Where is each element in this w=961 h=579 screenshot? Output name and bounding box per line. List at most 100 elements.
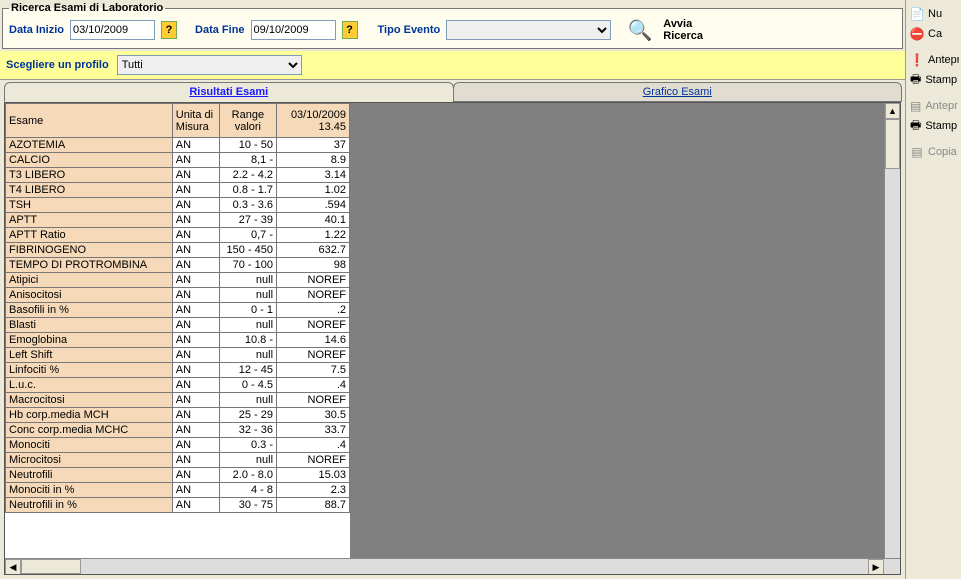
cell-range: 0.3 - [219, 438, 276, 453]
cell-value: 1.22 [277, 228, 350, 243]
sidebar-label: Antepr [925, 100, 957, 112]
sidebar-item-1[interactable]: ⛔Ca [908, 24, 959, 44]
table-row[interactable]: AZOTEMIAAN10 - 5037 [6, 138, 350, 153]
cell-esame: APTT Ratio [6, 228, 173, 243]
cell-esame: CALCIO [6, 153, 173, 168]
sidebar-item-5[interactable]: 🖶Stamp [908, 116, 959, 136]
vertical-scrollbar[interactable]: ▲ ▼ [884, 103, 900, 574]
table-row[interactable]: FIBRINOGENOAN150 - 450632.7 [6, 243, 350, 258]
cell-range: 8,1 - [219, 153, 276, 168]
cell-range: 32 - 36 [219, 423, 276, 438]
table-row[interactable]: Neutrofili in %AN30 - 7588.7 [6, 498, 350, 513]
table-row[interactable]: MonocitiAN0.3 -.4 [6, 438, 350, 453]
tab-risultati[interactable]: Risultati Esami [4, 82, 454, 102]
scroll-thumb[interactable] [885, 119, 900, 169]
grid-scroll[interactable]: Esame Unita di Misura Range valori 03/10… [5, 103, 350, 574]
cell-range: null [219, 318, 276, 333]
sidebar-item-0[interactable]: 📄Nu [908, 4, 959, 24]
table-row[interactable]: TEMPO DI PROTROMBINAAN70 - 10098 [6, 258, 350, 273]
table-row[interactable]: AnisocitosiANnullNOREF [6, 288, 350, 303]
table-row[interactable]: AtipiciANnullNOREF [6, 273, 350, 288]
cell-esame: TEMPO DI PROTROMBINA [6, 258, 173, 273]
table-row[interactable]: TSHAN0.3 - 3.6.594 [6, 198, 350, 213]
cell-value: NOREF [277, 453, 350, 468]
cell-esame: Basofili in % [6, 303, 173, 318]
table-row[interactable]: NeutrofiliAN2.0 - 8.015.03 [6, 468, 350, 483]
cell-esame: TSH [6, 198, 173, 213]
table-row[interactable]: Linfociti %AN12 - 457.5 [6, 363, 350, 378]
help-data-inizio[interactable]: ? [161, 21, 177, 39]
cell-unita: AN [172, 468, 219, 483]
table-row[interactable]: Conc corp.media MCHCAN32 - 3633.7 [6, 423, 350, 438]
table-row[interactable]: Basofili in %AN0 - 1.2 [6, 303, 350, 318]
table-row[interactable]: L.u.c.AN0 - 4.5.4 [6, 378, 350, 393]
help-data-fine[interactable]: ? [342, 21, 358, 39]
cell-esame: L.u.c. [6, 378, 173, 393]
table-row[interactable]: EmoglobinaAN10.8 -14.6 [6, 333, 350, 348]
table-row[interactable]: Left ShiftANnullNOREF [6, 348, 350, 363]
scroll-up-icon[interactable]: ▲ [885, 103, 900, 119]
cell-range: 0.8 - 1.7 [219, 183, 276, 198]
cell-value: NOREF [277, 273, 350, 288]
col-date[interactable]: 03/10/200913.45 [277, 104, 350, 138]
col-unita[interactable]: Unita di Misura [172, 104, 219, 138]
search-panel: Ricerca Esami di Laboratorio Data Inizio… [2, 2, 903, 49]
table-row[interactable]: APTTAN27 - 3940.1 [6, 213, 350, 228]
input-data-fine[interactable] [251, 20, 336, 40]
table-row[interactable]: MicrocitosiANnullNOREF [6, 453, 350, 468]
cell-unita: AN [172, 303, 219, 318]
cell-unita: AN [172, 243, 219, 258]
table-row[interactable]: T3 LIBEROAN2.2 - 4.23.14 [6, 168, 350, 183]
table-row[interactable]: APTT RatioAN0,7 -1.22 [6, 228, 350, 243]
cell-range: null [219, 288, 276, 303]
cell-range: null [219, 273, 276, 288]
profile-bar: Scegliere un profilo Tutti [0, 51, 905, 80]
combo-tipo-evento[interactable] [446, 20, 611, 40]
cell-range: 0 - 1 [219, 303, 276, 318]
sidebar-icon: 🖶 [910, 119, 921, 133]
tab-grafico[interactable]: Grafico Esami [453, 82, 903, 102]
table-row[interactable]: BlastiANnullNOREF [6, 318, 350, 333]
cell-value: 33.7 [277, 423, 350, 438]
cell-range: null [219, 453, 276, 468]
sidebar-icon: ▤ [910, 145, 924, 159]
right-sidebar: 📄Nu⛔Ca❗Antepr🖶Stamp▤Antepr🖶Stamp▤Copia [906, 0, 961, 579]
table-row[interactable]: T4 LIBEROAN0.8 - 1.71.02 [6, 183, 350, 198]
sidebar-item-2[interactable]: ❗Antepr [908, 50, 959, 70]
cell-esame: FIBRINOGENO [6, 243, 173, 258]
hscroll-thumb[interactable] [21, 559, 81, 574]
cell-unita: AN [172, 333, 219, 348]
cell-unita: AN [172, 168, 219, 183]
cell-range: 10.8 - [219, 333, 276, 348]
cell-esame: Linfociti % [6, 363, 173, 378]
cell-esame: Atipici [6, 273, 173, 288]
table-row[interactable]: Monociti in %AN4 - 82.3 [6, 483, 350, 498]
cell-value: 8.9 [277, 153, 350, 168]
input-data-inizio[interactable] [70, 20, 155, 40]
cell-value: .4 [277, 378, 350, 393]
cell-value: .2 [277, 303, 350, 318]
avvia-ricerca-label[interactable]: AvviaRicerca [663, 18, 703, 42]
cell-esame: Conc corp.media MCHC [6, 423, 173, 438]
cell-value: 1.02 [277, 183, 350, 198]
col-range[interactable]: Range valori [219, 104, 276, 138]
cell-unita: AN [172, 348, 219, 363]
sidebar-item-3[interactable]: 🖶Stamp [908, 70, 959, 90]
col-esame[interactable]: Esame [6, 104, 173, 138]
table-row[interactable]: CALCIOAN8,1 -8.9 [6, 153, 350, 168]
combo-profilo[interactable]: Tutti [117, 55, 302, 75]
cell-esame: Blasti [6, 318, 173, 333]
table-row[interactable]: Hb corp.media MCHAN25 - 2930.5 [6, 408, 350, 423]
table-row[interactable]: MacrocitosiANnullNOREF [6, 393, 350, 408]
cell-range: 27 - 39 [219, 213, 276, 228]
sidebar-label: Ca [928, 28, 942, 40]
sidebar-icon: ❗ [910, 53, 924, 67]
sidebar-item-4: ▤Antepr [908, 96, 959, 116]
cell-esame: AZOTEMIA [6, 138, 173, 153]
magnifier-icon[interactable]: 🔍 [633, 23, 647, 37]
scroll-left-icon[interactable]: ◀ [5, 559, 21, 575]
cell-esame: Macrocitosi [6, 393, 173, 408]
scroll-right-icon[interactable]: ▶ [868, 559, 884, 575]
horizontal-scrollbar[interactable]: ◀ ▶ [5, 558, 900, 574]
cell-value: 7.5 [277, 363, 350, 378]
